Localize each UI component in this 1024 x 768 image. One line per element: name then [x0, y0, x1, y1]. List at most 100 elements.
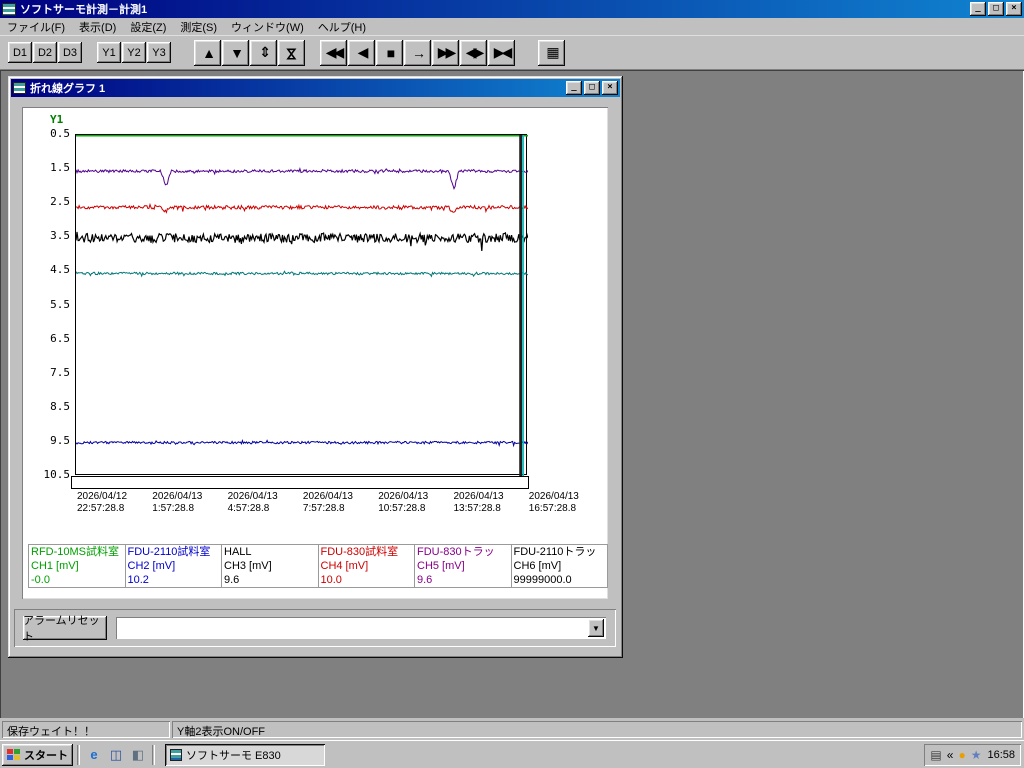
graph-close-button[interactable]: ×: [602, 81, 618, 95]
menu-item-help[interactable]: ヘルプ(H): [311, 17, 373, 37]
expand-x-button[interactable]: ◀▶: [460, 39, 487, 66]
y-tick-7.5: 7.5: [50, 365, 70, 379]
x-tick-date: 2026/04/13: [152, 491, 203, 502]
x-tick-time: 13:57:28.8: [453, 503, 501, 514]
graph-button[interactable]: ▦: [538, 39, 565, 66]
maximize-button[interactable]: □: [988, 2, 1004, 16]
scroll-up-button-glyph: ▲: [202, 44, 216, 61]
series-CH5: [76, 270, 528, 278]
legend-channel: CH1 [mV]: [31, 560, 79, 572]
legend-value: 10.2: [127, 574, 149, 586]
time-cursor: [519, 135, 523, 476]
plot-area: [75, 134, 528, 476]
alarm-combobox[interactable]: ▼: [116, 617, 606, 639]
stop-button[interactable]: ■: [376, 39, 403, 66]
x-tick-time: 16:57:28.8: [528, 503, 577, 514]
menu-item-window[interactable]: ウィンドウ(W): [224, 17, 311, 37]
mail-icon[interactable]: ◫: [106, 745, 126, 765]
scroll-updown-button[interactable]: ⇕: [250, 39, 277, 66]
scroll-down-button[interactable]: ▼: [222, 39, 249, 66]
x-tick-date: 2026/04/13: [528, 491, 579, 502]
menu-item-measure[interactable]: 測定(S): [173, 17, 224, 37]
mdi-workspace: 折れ線グラフ 1 _ □ × Y1 0.5 1.5 2.5 3.5 4.5 5.5 6.5 7…: [0, 70, 1024, 720]
legend-table: RFD-10MS試料室 CH1 [mV] -0.0 FDU-2110試料室 CH2 [m…: [28, 544, 608, 588]
d2-button[interactable]: D2: [33, 42, 57, 63]
alarm-combo-value[interactable]: [118, 619, 587, 637]
menu-item-file[interactable]: ファイル(F): [0, 17, 72, 37]
x-tick-4: 2026/04/13 10:57:28.8: [378, 491, 428, 515]
tray-icon-area: ▤ « ● ★: [930, 748, 981, 762]
y3-button[interactable]: Y3: [147, 42, 171, 63]
hide-icons-chevron[interactable]: «: [947, 748, 954, 762]
d1-button[interactable]: D1: [8, 42, 32, 63]
combo-dropdown-arrow[interactable]: ▼: [588, 619, 604, 637]
y-tick-5.5: 5.5: [50, 297, 70, 311]
x-tick-3: 2026/04/13 7:57:28.8: [303, 491, 353, 515]
ie-icon[interactable]: e: [84, 745, 104, 765]
y-tick-3.5: 3.5: [50, 229, 70, 243]
close-button[interactable]: ×: [1006, 2, 1022, 16]
graph-window-title: 折れ線グラフ 1: [30, 83, 106, 95]
device-tray-icon[interactable]: ▤: [930, 748, 941, 762]
scroll-down-button-glyph: ▼: [230, 44, 244, 61]
stop-button-glyph: ■: [386, 44, 396, 61]
ime-tray-icon[interactable]: ★: [971, 748, 982, 762]
series-CH4: [76, 202, 528, 214]
status-hint: Y軸2表示ON/OFF: [172, 721, 1022, 738]
x-tick-date: 2026/04/13: [378, 491, 429, 502]
y-tick-4.5: 4.5: [50, 263, 70, 277]
y-tick-8.5: 8.5: [50, 399, 70, 413]
play-button[interactable]: →: [404, 39, 431, 66]
legend-channel: CH4 [mV]: [320, 560, 369, 572]
fast-forward-button[interactable]: ▶▶: [432, 39, 459, 66]
legend-value: 10.0: [320, 574, 342, 586]
chart-canvas: [76, 135, 528, 476]
y1-button[interactable]: Y1: [97, 42, 121, 63]
start-button[interactable]: スタート: [2, 743, 73, 766]
graph-window-titlebar[interactable]: 折れ線グラフ 1 _ □ ×: [11, 79, 620, 97]
display-button-group: D1 D2 D3: [8, 42, 83, 63]
legend-cell-ch1: RFD-10MS試料室 CH1 [mV] -0.0: [28, 544, 126, 588]
step-back-button-glyph: ◀: [357, 44, 369, 60]
status-save-wait: 保存ウェイト！！: [2, 721, 170, 738]
series-CH6: [76, 439, 528, 448]
legend-cell-ch3: HALL CH3 [mV] 9.6: [222, 544, 319, 588]
legend-device: RFD-10MS試料室: [31, 546, 120, 558]
shrink-x-button[interactable]: ▶◀: [488, 39, 515, 66]
legend-device: FDU-2110試料室: [127, 546, 211, 558]
task-button-softthermo[interactable]: ソフトサーモ E830: [165, 743, 325, 766]
d3-button[interactable]: D3: [58, 42, 82, 63]
menu-item-view[interactable]: 表示(D): [72, 17, 123, 37]
menu-item-settings[interactable]: 設定(Z): [123, 17, 173, 37]
rewind-button[interactable]: ◀◀: [320, 39, 347, 66]
x-tick-time: 7:57:28.8: [302, 503, 345, 514]
series-CH3: [76, 231, 528, 251]
y2-button[interactable]: Y2: [122, 42, 146, 63]
taskbar: スタート e ◫ ◧ ソフトサーモ E830 ▤ « ● ★ 16:58: [0, 740, 1024, 768]
graph-maximize-button[interactable]: □: [584, 81, 600, 95]
step-back-button[interactable]: ◀: [348, 39, 375, 66]
legend-value: 99999000.0: [513, 574, 572, 586]
y-tick-6.5: 6.5: [50, 331, 70, 345]
desktop: ソフトサーモ計測－計測1 _ □ × ファイル(F) 表示(D) 設定(Z) 測定(S…: [0, 0, 1024, 768]
fast-forward-button-glyph: ▶▶: [437, 44, 456, 60]
x-tick-0: 2026/04/12 22:57:28.8: [77, 491, 127, 515]
scroll-updown-button-glyph: ⇕: [259, 44, 271, 60]
alarm-panel: アラームリセット ▼: [14, 609, 616, 647]
main-window-title: ソフトサーモ計測－計測1: [20, 4, 148, 16]
minimize-button[interactable]: _: [970, 2, 986, 16]
legend-device: HALL: [224, 546, 252, 558]
graph-minimize-button[interactable]: _: [566, 81, 582, 95]
desktop-icon[interactable]: ◧: [128, 745, 148, 765]
taskbar-clock: 16:58: [987, 749, 1015, 761]
y-tick-1.5: 1.5: [50, 161, 70, 175]
time-span-button-glyph: ⋈: [284, 47, 300, 58]
alert-tray-icon[interactable]: ●: [958, 748, 965, 762]
alarm-reset-button[interactable]: アラームリセット: [23, 615, 107, 643]
x-tick-date: 2026/04/13: [227, 491, 278, 502]
legend-channel: CH2 [mV]: [127, 560, 176, 572]
time-span-button[interactable]: ⋈: [278, 39, 305, 66]
scroll-up-button[interactable]: ▲: [194, 39, 221, 66]
legend-channel: CH5 [mV]: [417, 560, 465, 572]
x-tick-6: 2026/04/13 16:57:28.8: [529, 491, 579, 515]
